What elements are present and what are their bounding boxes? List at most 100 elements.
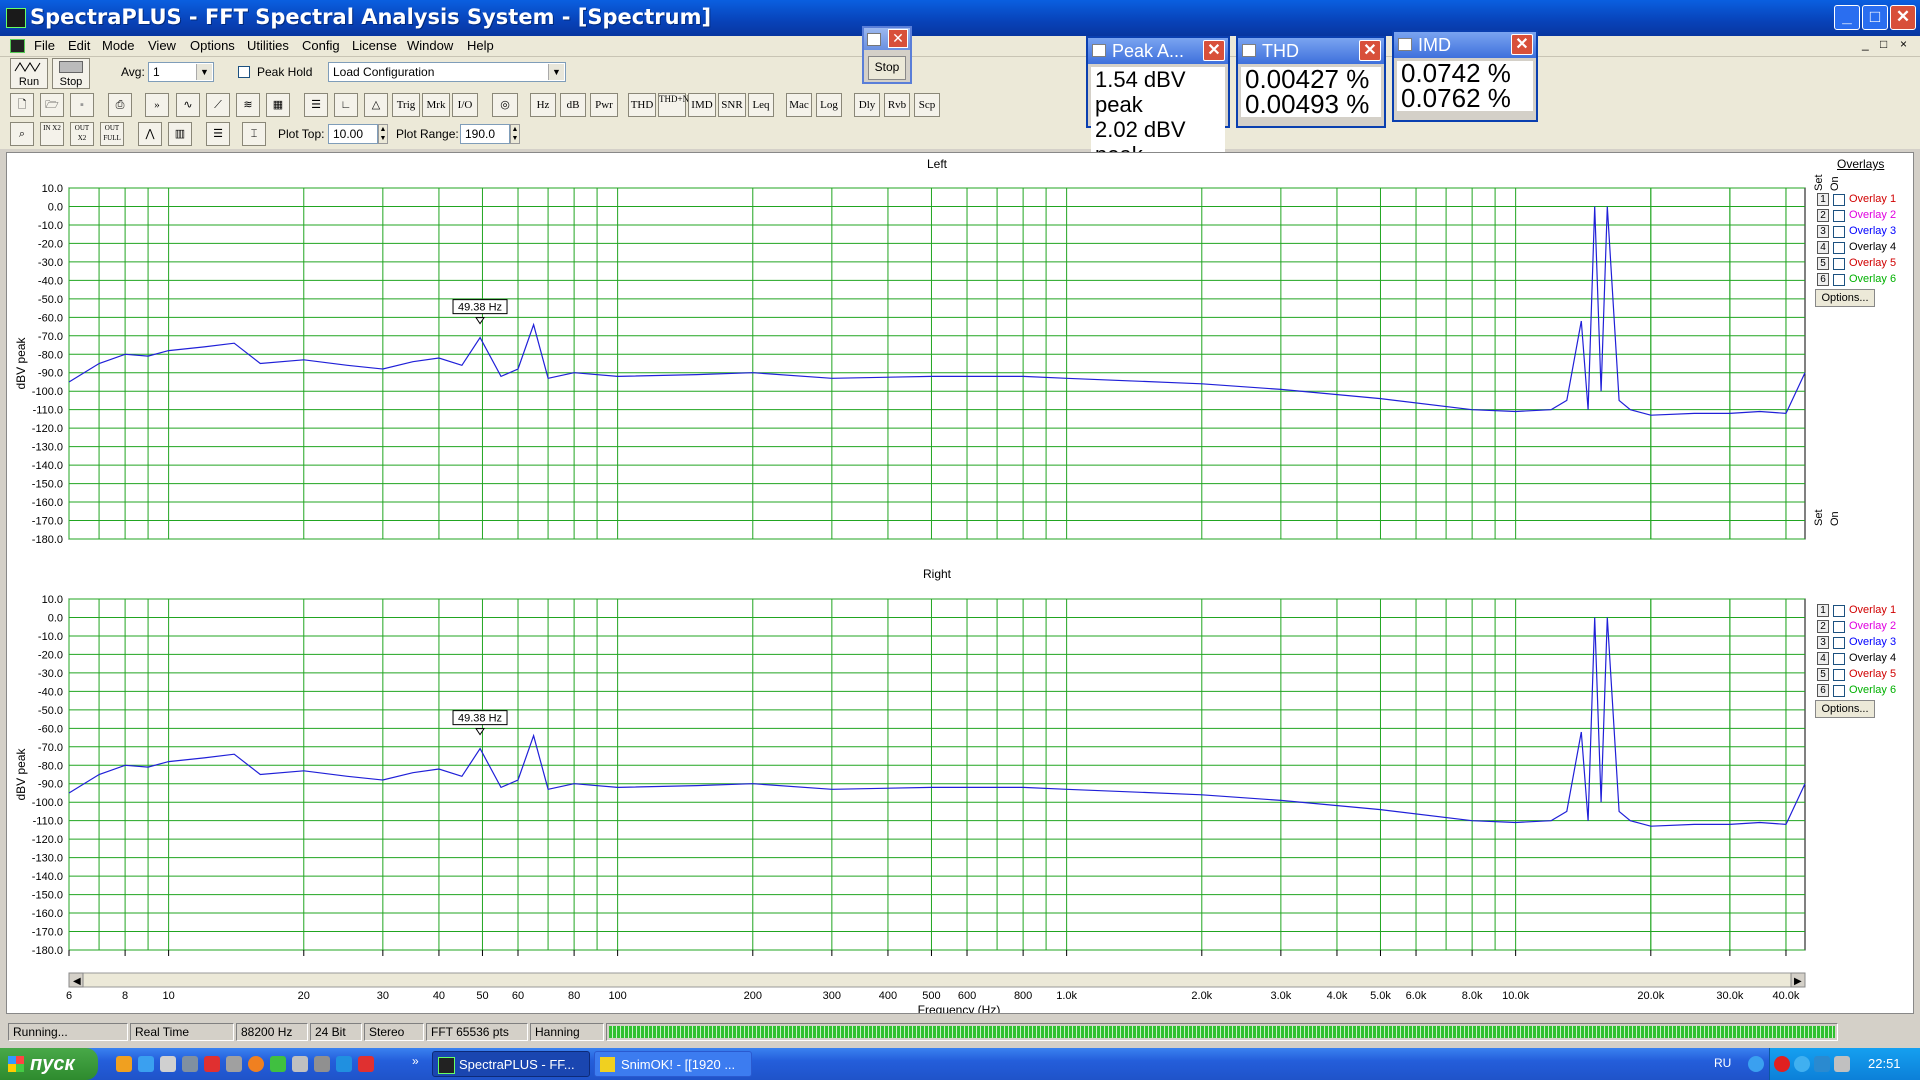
plot-top-stepper[interactable]: ▲ ▼ [378,124,388,144]
snr-button[interactable]: SNR [718,93,746,117]
menu-window[interactable]: Window [407,38,453,53]
zoom-button[interactable]: ⌕ [10,122,34,146]
task-spectraplus[interactable]: SpectraPLUS - FF... [432,1051,590,1077]
tray-icon-2[interactable] [1774,1056,1790,1072]
new-file-button[interactable]: 🗋 [10,93,34,117]
overlay-on-checkbox[interactable] [1833,194,1845,206]
overlay-on-checkbox[interactable] [1833,669,1845,681]
overlay-on-checkbox[interactable] [1833,242,1845,254]
zoom-in-x2-button[interactable]: IN X2 [40,122,64,146]
generator-button[interactable]: ◎ [492,93,518,117]
overlay-on-checkbox[interactable] [1833,653,1845,665]
language-indicator[interactable]: RU [1714,1056,1731,1070]
tray-icon-3[interactable] [1794,1056,1810,1072]
properties-button[interactable]: ☰ [206,122,230,146]
firefox-icon[interactable] [248,1056,264,1072]
minimize-button[interactable]: _ [1834,5,1860,30]
overlay-set-button[interactable]: 5 [1817,257,1829,270]
overlay-on-checkbox[interactable] [1833,274,1845,286]
skype-icon[interactable] [336,1056,352,1072]
load-configuration-select[interactable]: Load Configuration ▼ [328,62,566,82]
overlay-set-button[interactable]: 3 [1817,636,1829,649]
save-button[interactable]: ▪ [70,93,94,117]
overlay-set-button[interactable]: 6 [1817,684,1829,697]
pwr-button[interactable]: Pwr [590,93,618,117]
trig-button[interactable]: Trig [392,93,420,117]
imd-button[interactable]: IMD [688,93,716,117]
3d-surface-button[interactable]: ▦ [266,93,290,117]
quicklaunch-icon-6[interactable] [226,1056,242,1072]
open-folder-button[interactable]: 🗁 [40,93,64,117]
menu-mode[interactable]: Mode [102,38,135,53]
menu-help[interactable]: Help [467,38,494,53]
waveform-button[interactable]: ∿ [176,93,200,117]
zoom-out-full-button[interactable]: OUT FULL [100,122,124,146]
horizontal-scrollbar[interactable]: ◀ ▶ [68,972,1806,988]
octave-bars-button[interactable]: ▥ [168,122,192,146]
menu-license[interactable]: License [352,38,397,53]
view-list-button[interactable]: ☰ [304,93,328,117]
analyzer-button[interactable]: » [145,93,169,117]
quicklaunch-chevron-icon[interactable]: » [412,1054,419,1068]
quicklaunch-icon-4[interactable] [182,1056,198,1072]
log-button[interactable]: Log [816,93,842,117]
overlay-set-button[interactable]: 6 [1817,273,1829,286]
volume-icon[interactable] [1834,1056,1850,1072]
stop-button[interactable]: Stop [52,58,90,89]
zoom-out-x2-button[interactable]: OUT X2 [70,122,94,146]
dly-button[interactable]: Dly [854,93,880,117]
scp-button[interactable]: Scp [914,93,940,117]
scrollbar-track[interactable] [68,972,1806,988]
cursor-button[interactable]: ⌶ [242,122,266,146]
tray-icon-4[interactable] [1814,1056,1830,1072]
maximize-button[interactable]: □ [1862,5,1888,30]
menu-file[interactable]: File [34,38,55,53]
mdi-restore-button[interactable]: □ [1880,37,1887,51]
filezilla-icon[interactable] [204,1056,220,1072]
peak-button[interactable]: △ [364,93,388,117]
print-button[interactable]: ⎙ [108,93,132,117]
avg-select[interactable]: 1 ▼ [148,62,214,82]
menu-utilities[interactable]: Utilities [247,38,289,53]
menu-options[interactable]: Options [190,38,235,53]
task-snimok[interactable]: SnimOK! - [[1920 ... [594,1051,752,1077]
start-button[interactable]: пуск [0,1048,98,1080]
plot-top-input[interactable]: 10.00 [328,124,378,144]
run-button[interactable]: Run [10,58,48,89]
hz-button[interactable]: Hz [530,93,556,117]
quicklaunch-icon-12[interactable] [358,1056,374,1072]
quicklaunch-icon-1[interactable] [116,1056,132,1072]
overlay-set-button[interactable]: 2 [1817,209,1829,222]
menu-view[interactable]: View [148,38,176,53]
peak-hold-checkbox[interactable] [238,66,250,78]
overlay-on-checkbox[interactable] [1833,226,1845,238]
overlay-on-checkbox[interactable] [1833,210,1845,222]
plot-range-input[interactable]: 190.0 [460,124,510,144]
quicklaunch-icon-3[interactable] [160,1056,176,1072]
close-button[interactable]: ✕ [1890,5,1916,30]
overlay-options-button[interactable]: Options... [1815,700,1875,718]
axis-button[interactable]: ∟ [334,93,358,117]
overlay-on-checkbox[interactable] [1833,621,1845,633]
quicklaunch-icon-9[interactable] [292,1056,308,1072]
stop-window-button[interactable]: Stop [868,56,906,80]
transfer-function-button[interactable]: ⟋ [206,93,230,117]
overlay-on-checkbox[interactable] [1833,637,1845,649]
db-button[interactable]: dB [560,93,586,117]
overlay-set-button[interactable]: 4 [1817,652,1829,665]
peak-scan-button[interactable]: ⋀ [138,122,162,146]
overlay-options-button[interactable]: Options... [1815,289,1875,307]
menu-config[interactable]: Config [302,38,340,53]
close-icon[interactable]: ✕ [1359,40,1381,61]
mac-button[interactable]: Mac [786,93,812,117]
close-icon[interactable]: ✕ [1203,40,1225,61]
overlay-set-button[interactable]: 4 [1817,241,1829,254]
overlay-set-button[interactable]: 1 [1817,193,1829,206]
thd-button[interactable]: THD [628,93,656,117]
overlay-set-button[interactable]: 5 [1817,668,1829,681]
mdi-minimize-button[interactable]: _ [1862,37,1869,51]
mdi-close-button[interactable]: × [1900,37,1907,51]
thd-n-button[interactable]: THD+N [658,93,689,117]
overlay-set-button[interactable]: 1 [1817,604,1829,617]
mrk-button[interactable]: Mrk [422,93,450,117]
